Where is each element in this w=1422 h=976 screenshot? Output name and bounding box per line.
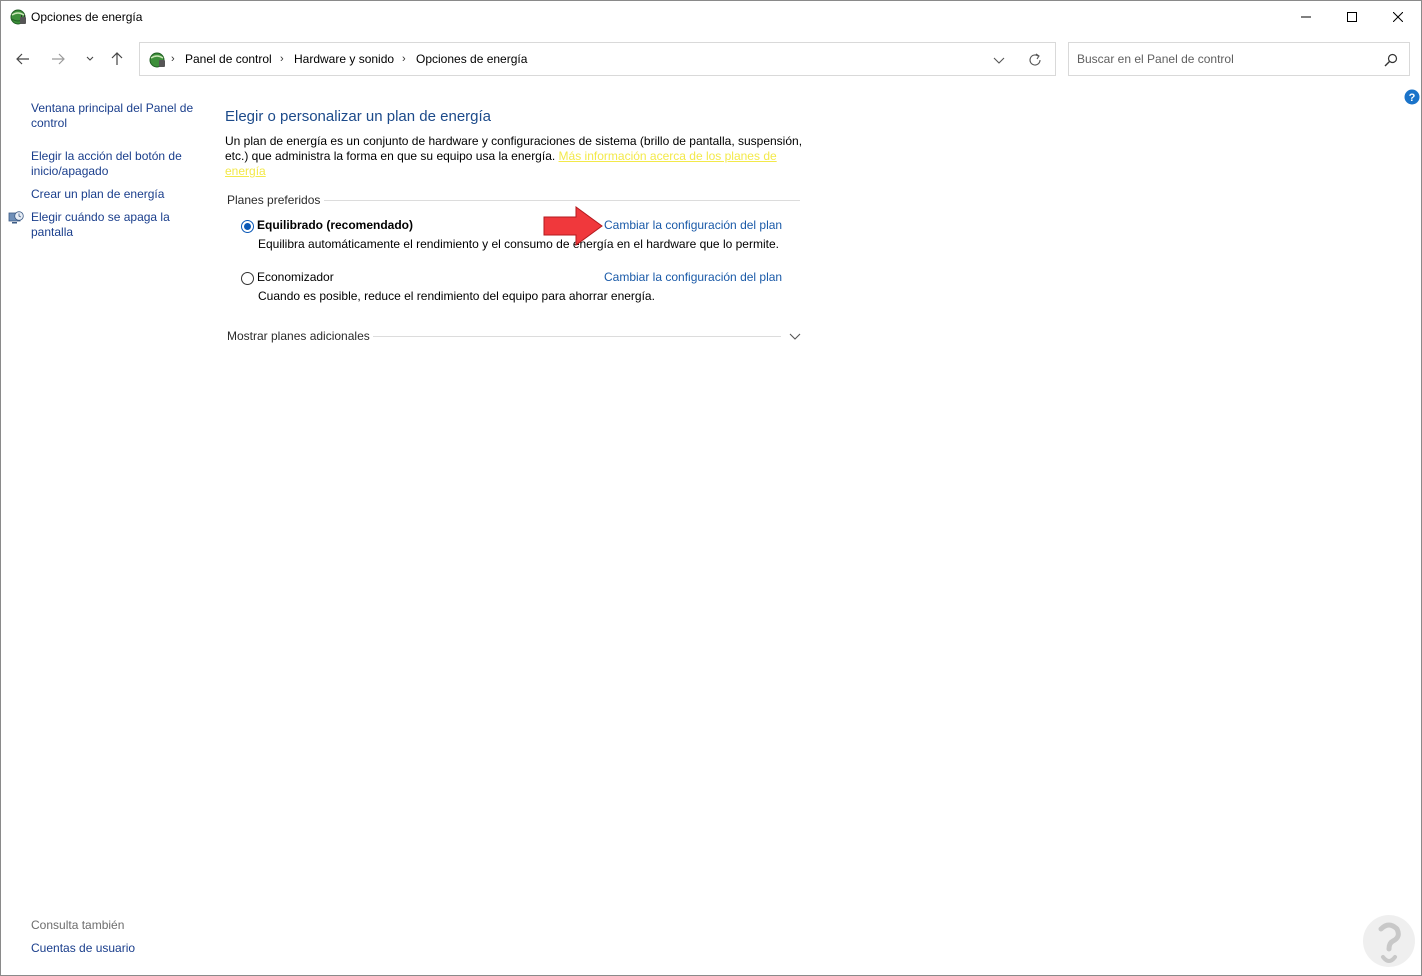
breadcrumb-panel-de-control[interactable]: Panel de control <box>185 52 272 66</box>
recent-locations-button[interactable] <box>78 45 102 73</box>
breadcrumb-separator[interactable]: › <box>402 53 406 65</box>
change-plan-settings-link-power-saver[interactable]: Cambiar la configuración del plan <box>604 270 782 284</box>
refresh-icon[interactable] <box>1026 51 1044 69</box>
close-button[interactable] <box>1375 1 1421 33</box>
breadcrumb-opciones-de-energia[interactable]: Opciones de energía <box>416 52 527 66</box>
address-bar[interactable]: › Panel de control › Hardware y sonido ›… <box>139 42 1056 76</box>
breadcrumb-separator[interactable]: › <box>280 53 284 65</box>
power-options-icon <box>149 52 165 68</box>
intro-paragraph: Un plan de energía es un conjunto de har… <box>225 134 805 179</box>
annotation-arrow-icon <box>543 206 603 246</box>
plan-name-balanced[interactable]: Equilibrado (recomendado) <box>257 218 413 232</box>
power-options-icon <box>10 9 26 25</box>
arrow-left-icon <box>16 53 29 65</box>
chevron-down-icon[interactable] <box>990 52 1008 68</box>
arrow-right-icon <box>52 53 65 65</box>
up-button[interactable] <box>105 45 129 73</box>
close-icon <box>1393 12 1403 22</box>
page-title: Elegir o personalizar un plan de energía <box>225 108 492 125</box>
power-options-window: Opciones de energía › Panel de control ›… <box>0 0 1422 976</box>
section-divider <box>373 336 781 337</box>
back-button[interactable] <box>11 45 35 73</box>
search-icon[interactable] <box>1383 52 1399 68</box>
plan-description-power-saver: Cuando es posible, reduce el rendimiento… <box>258 289 655 303</box>
window-title: Opciones de energía <box>31 10 143 24</box>
display-timeout-icon <box>8 211 24 224</box>
arrow-up-icon <box>111 52 123 65</box>
forward-button[interactable] <box>46 45 70 73</box>
plan-radio-power-saver[interactable] <box>241 272 254 285</box>
sidebar-link-create-power-plan[interactable]: Crear un plan de energía <box>31 187 196 202</box>
sidebar-link-power-button-action[interactable]: Elegir la acción del botón de inicio/apa… <box>31 149 196 179</box>
sidebar-link-display-off[interactable]: Elegir cuándo se apaga la pantalla <box>31 210 196 240</box>
breadcrumb-hardware-y-sonido[interactable]: Hardware y sonido <box>294 52 394 66</box>
see-also-link-user-accounts[interactable]: Cuentas de usuario <box>31 941 135 955</box>
maximize-button[interactable] <box>1329 1 1375 33</box>
breadcrumb-separator[interactable]: › <box>171 53 175 65</box>
minimize-button[interactable] <box>1283 1 1329 33</box>
plan-description-balanced: Equilibra automáticamente el rendimiento… <box>258 237 779 251</box>
change-plan-settings-link-balanced[interactable]: Cambiar la configuración del plan <box>604 218 782 232</box>
minimize-icon <box>1301 16 1311 18</box>
chevron-down-icon <box>86 56 94 61</box>
title-bar: Opciones de energía <box>1 1 1421 33</box>
plan-radio-balanced[interactable] <box>241 220 254 233</box>
maximize-icon <box>1347 12 1357 22</box>
section-divider <box>324 200 800 201</box>
chevron-down-icon[interactable] <box>788 331 802 343</box>
preferred-plans-label: Planes preferidos <box>227 193 321 207</box>
see-also-heading: Consulta también <box>31 918 125 932</box>
watermark-logo-icon <box>1363 915 1415 967</box>
plan-name-power-saver[interactable]: Economizador <box>257 270 334 284</box>
search-input[interactable] <box>1077 52 1367 66</box>
search-box[interactable] <box>1068 42 1410 76</box>
sidebar-link-control-panel-home[interactable]: Ventana principal del Panel de control <box>31 101 196 131</box>
svg-text:?: ? <box>1409 92 1416 104</box>
show-additional-plans-label[interactable]: Mostrar planes adicionales <box>227 329 370 343</box>
help-icon[interactable]: ? <box>1404 89 1420 105</box>
